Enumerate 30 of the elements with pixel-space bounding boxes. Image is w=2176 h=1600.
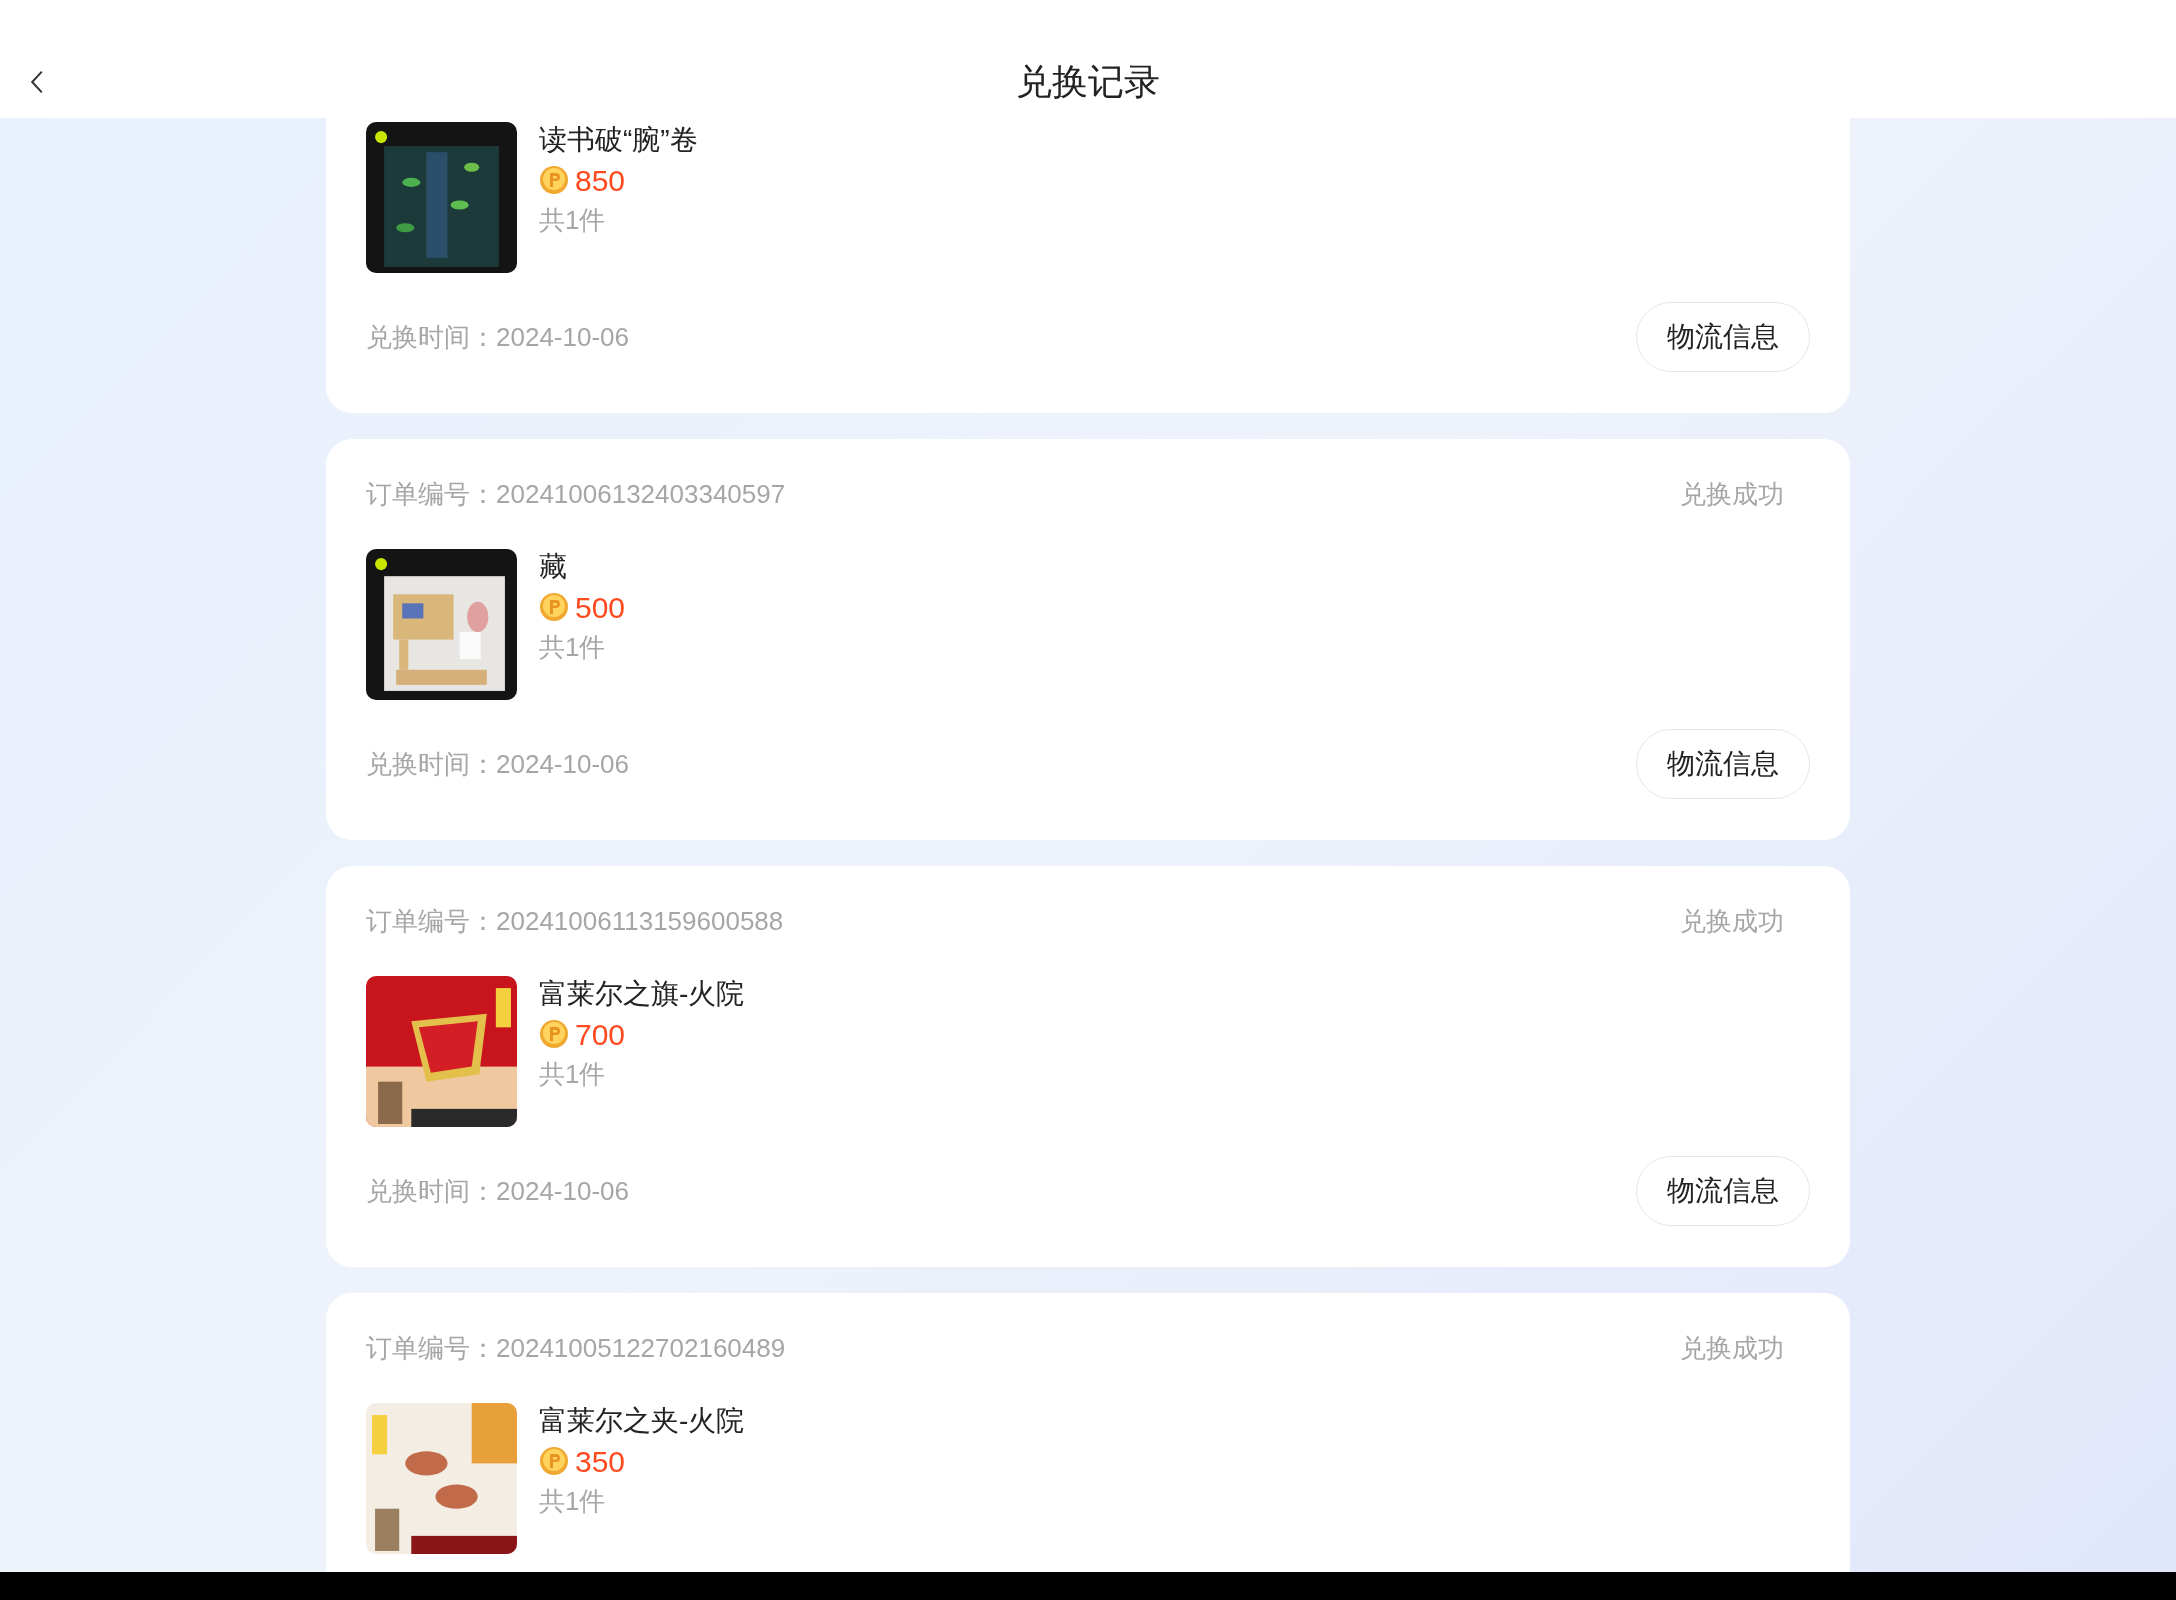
order-status: 兑换成功 bbox=[1680, 904, 1784, 938]
item-count: 共1件 bbox=[539, 204, 607, 237]
back-icon bbox=[29, 68, 45, 96]
order-number: 订单编号：20241006132403340597 bbox=[366, 477, 786, 511]
item-count: 共1件 bbox=[539, 1058, 607, 1091]
product-name: 富莱尔之旗-火院 bbox=[539, 977, 745, 1011]
order-status: 兑换成功 bbox=[1680, 1331, 1784, 1365]
logistics-button[interactable]: 物流信息 bbox=[1636, 1156, 1810, 1226]
page-title: 兑换记录 bbox=[1016, 60, 1160, 104]
order-number: 订单编号：20241005122702160489 bbox=[366, 1331, 786, 1365]
product-price: 500 bbox=[575, 589, 626, 626]
logistics-button[interactable]: 物流信息 bbox=[1636, 729, 1810, 799]
coin-icon bbox=[539, 1019, 569, 1049]
product-name: 读书破“腕”卷 bbox=[539, 123, 698, 157]
product-name: 富莱尔之夹-火院 bbox=[539, 1404, 745, 1438]
exchange-time: 兑换时间：2024-10-06 bbox=[366, 320, 629, 354]
coin-icon bbox=[539, 165, 569, 195]
coin-icon bbox=[539, 592, 569, 622]
order-number: 订单编号：20241006113159600588 bbox=[366, 904, 784, 938]
coin-icon bbox=[539, 1446, 569, 1476]
item-count: 共1件 bbox=[539, 1485, 607, 1518]
order-status: 兑换成功 bbox=[1680, 477, 1784, 511]
product-price: 350 bbox=[575, 1443, 626, 1480]
exchange-time: 兑换时间：2024-10-06 bbox=[366, 1174, 629, 1208]
product-price: 700 bbox=[575, 1016, 626, 1053]
logistics-button[interactable]: 物流信息 bbox=[1636, 302, 1810, 372]
product-price: 850 bbox=[575, 162, 626, 199]
item-count: 共1件 bbox=[539, 631, 607, 664]
exchange-time: 兑换时间：2024-10-06 bbox=[366, 747, 629, 781]
product-name: 藏 bbox=[539, 550, 568, 584]
